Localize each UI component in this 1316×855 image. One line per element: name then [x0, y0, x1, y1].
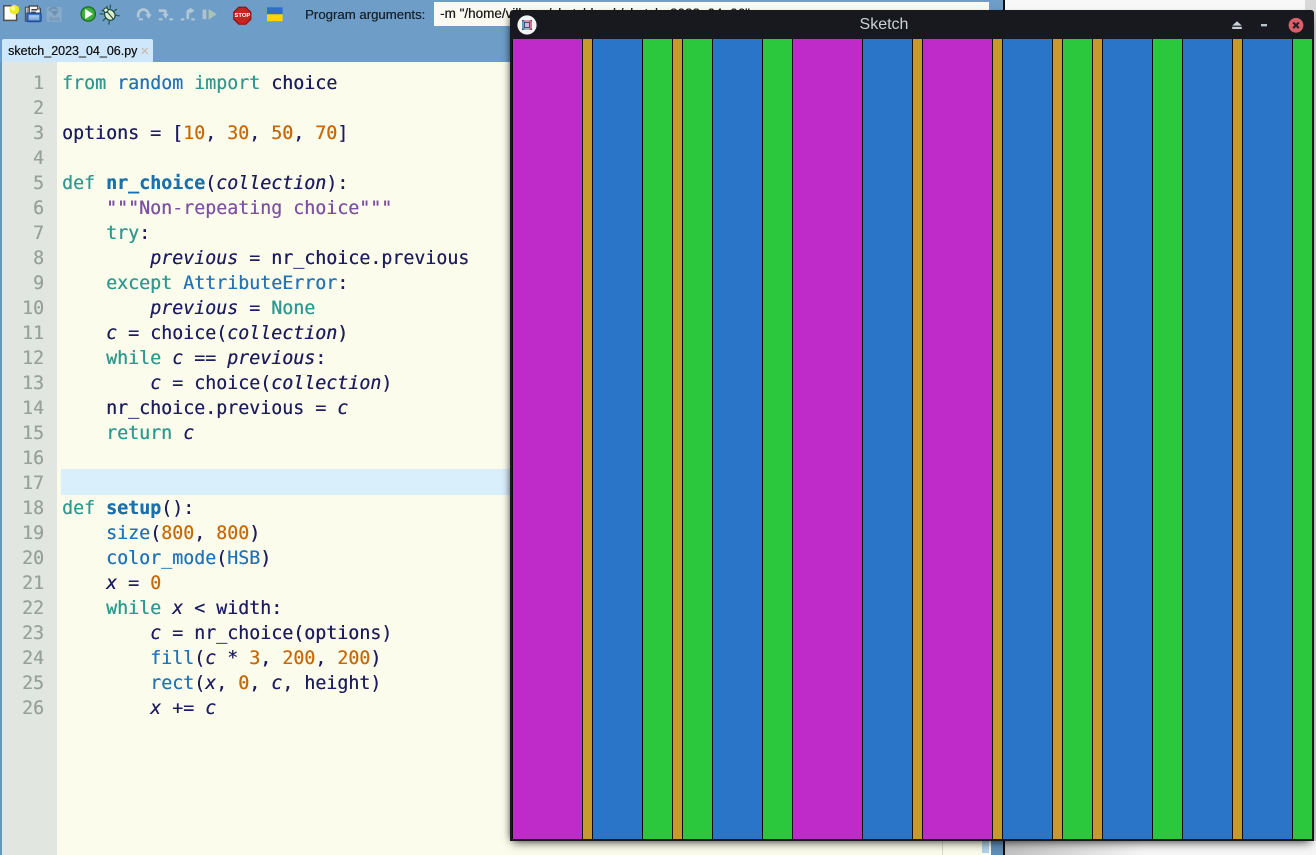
svg-text:STOP: STOP [234, 13, 250, 19]
